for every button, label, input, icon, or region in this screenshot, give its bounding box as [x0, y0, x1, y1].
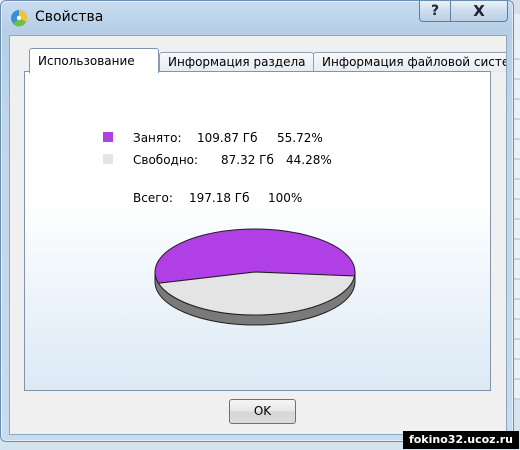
free-size: 87.32 Гб: [221, 153, 274, 167]
tab-filesystem-info[interactable]: Информация файловой систе: [313, 52, 506, 72]
free-percent: 44.28%: [286, 153, 332, 167]
tab-strip: Использование Информация раздела Информа…: [24, 48, 506, 73]
used-percent: 55.72%: [277, 131, 323, 145]
usage-panel: Занято: 109.87 Гб 55.72% Свободно: 87.32…: [24, 71, 491, 391]
total-size: 197.18 Гб: [189, 191, 250, 205]
used-color-swatch: [103, 132, 113, 142]
ok-button[interactable]: OK: [229, 399, 296, 424]
help-icon: ?: [430, 3, 440, 19]
free-label: Свободно:: [133, 153, 199, 167]
total-label: Всего:: [133, 191, 173, 205]
free-color-swatch: [103, 154, 113, 164]
site-watermark: fokino32.ucoz.ru: [403, 431, 519, 449]
window-title: Свойства: [35, 9, 104, 25]
disk-tool-app-icon: [11, 9, 28, 27]
dialog-client-area: Использование Информация раздела Информа…: [9, 35, 507, 435]
close-button[interactable]: X: [450, 1, 508, 22]
caption-buttons: ? X: [419, 1, 508, 23]
tab-partition-info[interactable]: Информация раздела: [159, 52, 314, 72]
usage-pie-chart: [154, 228, 356, 326]
title-bar[interactable]: Свойства ? X: [1, 1, 513, 35]
properties-dialog: Свойства ? X Использование Информация ра…: [0, 0, 514, 442]
close-icon: X: [473, 2, 485, 20]
tab-usage[interactable]: Использование: [29, 48, 159, 73]
used-label: Занято:: [133, 131, 182, 145]
total-percent: 100%: [268, 191, 303, 205]
used-size: 109.87 Гб: [197, 131, 258, 145]
help-button[interactable]: ?: [419, 1, 451, 22]
